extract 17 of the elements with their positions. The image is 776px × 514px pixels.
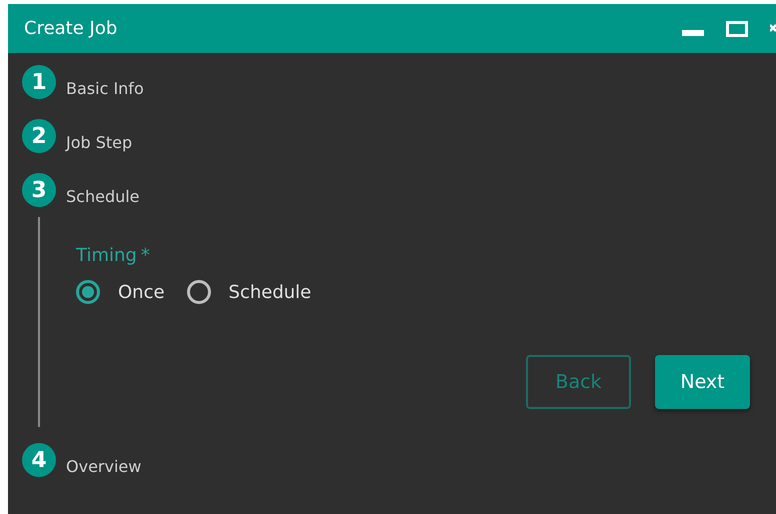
- field-label: Timing: [76, 245, 137, 266]
- radio-button[interactable]: [186, 280, 211, 304]
- next-button[interactable]: Next: [655, 355, 750, 409]
- step-number-badge: 3: [22, 173, 56, 207]
- step-number-badge: 2: [22, 119, 56, 153]
- maximize-icon[interactable]: [726, 20, 748, 36]
- step-label[interactable]: Basic Info: [66, 79, 144, 98]
- step-number-badge: 4: [22, 443, 56, 477]
- step-label[interactable]: Overview: [66, 457, 142, 476]
- window-title: Create Job: [24, 18, 118, 39]
- step-label[interactable]: Job Step: [66, 133, 132, 152]
- radio-label[interactable]: Once: [118, 282, 165, 302]
- radio-label[interactable]: Schedule: [228, 282, 312, 302]
- radio-button[interactable]: [76, 280, 100, 304]
- step-label[interactable]: Schedule: [66, 187, 140, 206]
- required-mark: *: [140, 245, 150, 266]
- step-number-badge: 1: [22, 65, 56, 99]
